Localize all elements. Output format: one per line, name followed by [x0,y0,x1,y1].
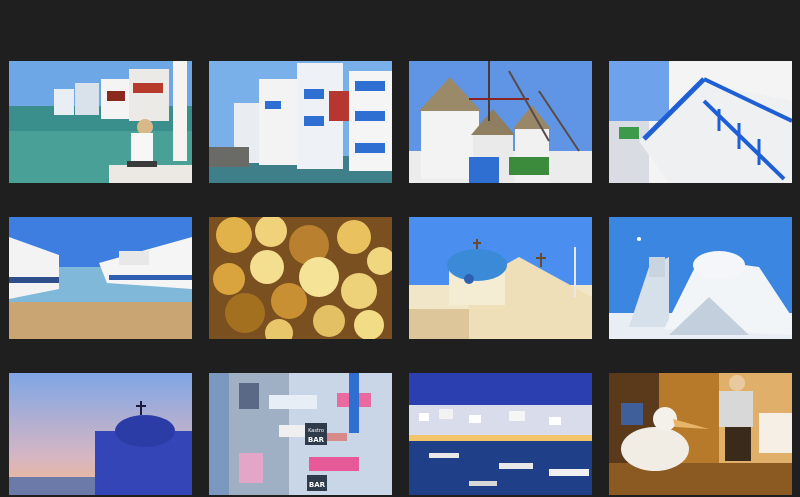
lower-bar-sign: BAR [309,481,326,489]
blue-dome-chapel-photo[interactable] [409,217,592,339]
blue-balcony-houses-image [209,61,392,183]
blue-staircase-image [609,61,792,183]
blue-staircase-photo[interactable] [609,61,792,183]
blue-balcony-houses-photo[interactable] [209,61,392,183]
moored-boats-photo[interactable] [9,217,192,339]
sunset-chapel-image [9,373,192,495]
windmills-image [409,61,592,183]
pelican-cafe-image [609,373,792,495]
moored-boats-image [9,217,192,339]
paraportiani-church-image [609,217,792,339]
little-venice-seafront-image [9,61,192,183]
kastro-bar-balconies-photo[interactable]: Kastro BAR BAR [209,373,392,495]
bar-sign-line1: Kastro [308,428,324,434]
pelican-cafe-photo[interactable] [609,373,792,495]
kastro-bar-balconies-image: Kastro BAR BAR [209,373,392,495]
sea-sponges-photo[interactable] [209,217,392,339]
photo-gallery: Kastro BAR BAR [0,0,800,497]
sea-sponges-image [209,217,392,339]
harbour-at-dusk-image [409,373,592,495]
blue-dome-chapel-image [409,217,592,339]
little-venice-seafront-photo[interactable] [9,61,192,183]
sunset-chapel-photo[interactable] [9,373,192,495]
windmills-photo[interactable] [409,61,592,183]
paraportiani-church-photo[interactable] [609,217,792,339]
harbour-at-dusk-photo[interactable] [409,373,592,495]
bar-sign-line2: BAR [308,436,325,444]
